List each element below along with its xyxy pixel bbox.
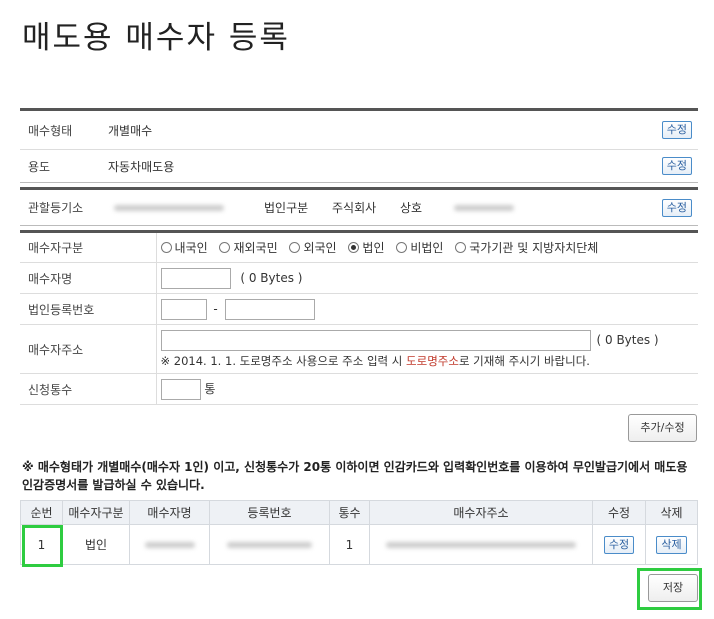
copies-input[interactable] <box>160 378 201 400</box>
radio-corporation[interactable]: 법인 <box>348 239 385 256</box>
corp-reg-no-dash: - <box>213 301 218 316</box>
registry-office-label: 관할등기소 <box>28 201 84 215</box>
highlight-box-save <box>637 568 702 610</box>
radio-government[interactable]: 국가기관 및 지방자치단체 <box>455 239 598 256</box>
company-name-value <box>450 201 662 215</box>
edit-registry-button[interactable]: 수정 <box>661 198 692 217</box>
corp-reg-no-back-input[interactable] <box>224 298 315 320</box>
col-header-no: 순번 <box>20 500 63 525</box>
radio-overseas-national[interactable]: 재외국민 <box>219 239 278 256</box>
address-bytes: ( 0 Bytes ) <box>596 333 659 347</box>
radio-circle-icon <box>396 242 408 253</box>
page-title: 매도용 매수자 등록 <box>22 20 290 56</box>
row-reg-no <box>209 524 330 565</box>
road-address-highlight: 도로명주소 <box>406 353 459 368</box>
radio-circle-icon <box>455 242 467 253</box>
buy-info-box: 매수형태 개별매수 수정 용도 자동차매도용 수정 <box>20 108 698 183</box>
col-header-copies: 통수 <box>329 500 370 525</box>
col-header-address: 매수자주소 <box>369 500 593 525</box>
col-header-edit: 수정 <box>592 500 646 525</box>
highlight-box-row-no <box>22 525 63 567</box>
row-edit-button[interactable]: 수정 <box>603 535 635 554</box>
radio-selected-icon <box>348 242 360 253</box>
buyer-name-label: 매수자명 <box>20 262 157 294</box>
copies-unit: 통 <box>204 381 216 396</box>
row-type: 법인 <box>62 524 130 565</box>
address-label: 매수자주소 <box>20 324 157 374</box>
copies-label: 신청통수 <box>20 373 157 405</box>
buy-type-value: 개별매수 <box>108 123 153 138</box>
row-name <box>129 524 210 565</box>
registry-box: 관할등기소 법인구분 주식회사 상호 수정 <box>20 187 698 226</box>
corp-reg-no-label: 법인등록번호 <box>20 293 157 325</box>
row-copies: 1 <box>329 524 370 565</box>
col-header-delete: 삭제 <box>645 500 698 525</box>
row-delete-button[interactable]: 삭제 <box>656 535 687 554</box>
address-input[interactable] <box>160 329 591 351</box>
radio-foreigner[interactable]: 외국인 <box>289 239 337 256</box>
address-note: ※ 2014. 1. 1. 도로명주소 사용으로 주소 입력 시 도로명주소로 … <box>160 353 590 368</box>
usage-value: 자동차매도용 <box>108 159 175 174</box>
buy-type-label: 매수형태 <box>28 123 73 138</box>
buyer-name-bytes: ( 0 Bytes ) <box>240 270 303 285</box>
radio-circle-icon <box>160 242 172 253</box>
usage-label: 용도 <box>28 159 51 174</box>
buyer-type-options: 내국인 재외국민 외국인 법인 비법인 국가기관 및 지방자치단체 <box>156 231 698 263</box>
buyer-type-label: 매수자구분 <box>20 231 157 263</box>
radio-domestic[interactable]: 내국인 <box>160 239 208 256</box>
table-row: 1 법인 1 수정 삭제 <box>20 524 698 565</box>
edit-usage-button[interactable]: 수정 <box>661 157 692 175</box>
radio-circle-icon <box>289 242 301 253</box>
buyer-list-table: 순번 매수자구분 매수자명 등록번호 통수 매수자주소 수정 삭제 1 법인 1… <box>20 500 698 565</box>
buyer-name-input[interactable] <box>160 267 231 289</box>
radio-circle-icon <box>219 242 231 253</box>
issuance-notice: ※ 매수형태가 개별매수(매수자 1인) 이고, 신청통수가 20통 이하이면 … <box>22 460 688 492</box>
buyer-form: 매수자구분 내국인 재외국민 외국인 법인 비법인 국가기관 및 지방자치단체 … <box>20 230 698 405</box>
registry-office-value <box>110 201 260 215</box>
col-header-reg-no: 등록번호 <box>209 500 330 525</box>
corp-type-label: 법인구분 <box>264 201 309 215</box>
company-name-label: 상호 <box>400 201 423 215</box>
radio-non-corporation[interactable]: 비법인 <box>396 239 443 256</box>
edit-buy-type-button[interactable]: 수정 <box>661 121 692 139</box>
col-header-name: 매수자명 <box>129 500 210 525</box>
corp-type-value: 주식회사 <box>332 201 377 215</box>
corp-reg-no-front-input[interactable] <box>160 298 207 320</box>
row-address <box>369 524 593 565</box>
add-edit-button[interactable]: 추가/수정 <box>628 414 697 442</box>
col-header-type: 매수자구분 <box>62 500 130 525</box>
